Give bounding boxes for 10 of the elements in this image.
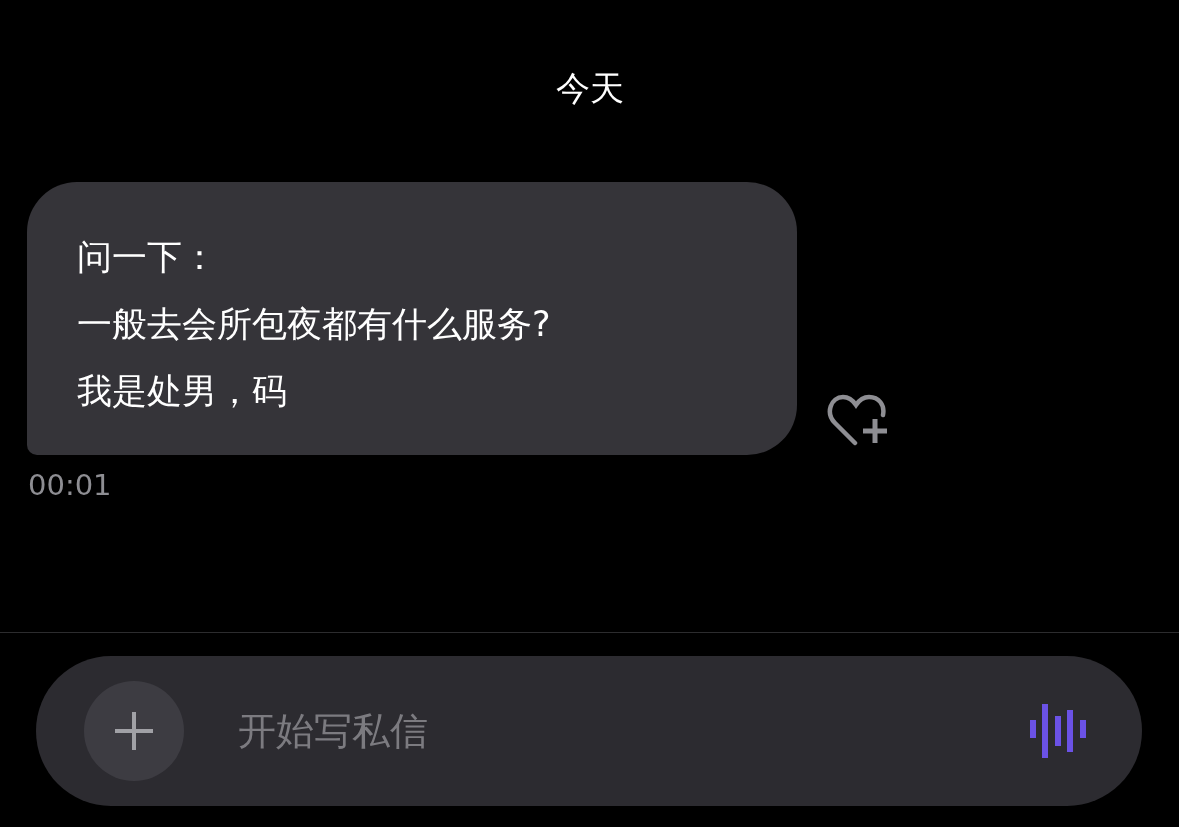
- message-input-field[interactable]: 开始写私信: [236, 708, 978, 754]
- message-text-line: 问一下：: [77, 237, 217, 277]
- message-text-line: 一般去会所包夜都有什么服务?: [77, 304, 551, 344]
- message-input-bar[interactable]: 开始写私信: [36, 656, 1142, 806]
- message-text-line: 我是处男，码: [77, 371, 287, 411]
- date-header: 今天: [555, 67, 624, 110]
- heart-plus-icon[interactable]: [827, 393, 889, 447]
- message-time: 00:01: [28, 468, 112, 502]
- voice-wave-icon[interactable]: [1030, 704, 1086, 758]
- plus-icon: [113, 710, 155, 752]
